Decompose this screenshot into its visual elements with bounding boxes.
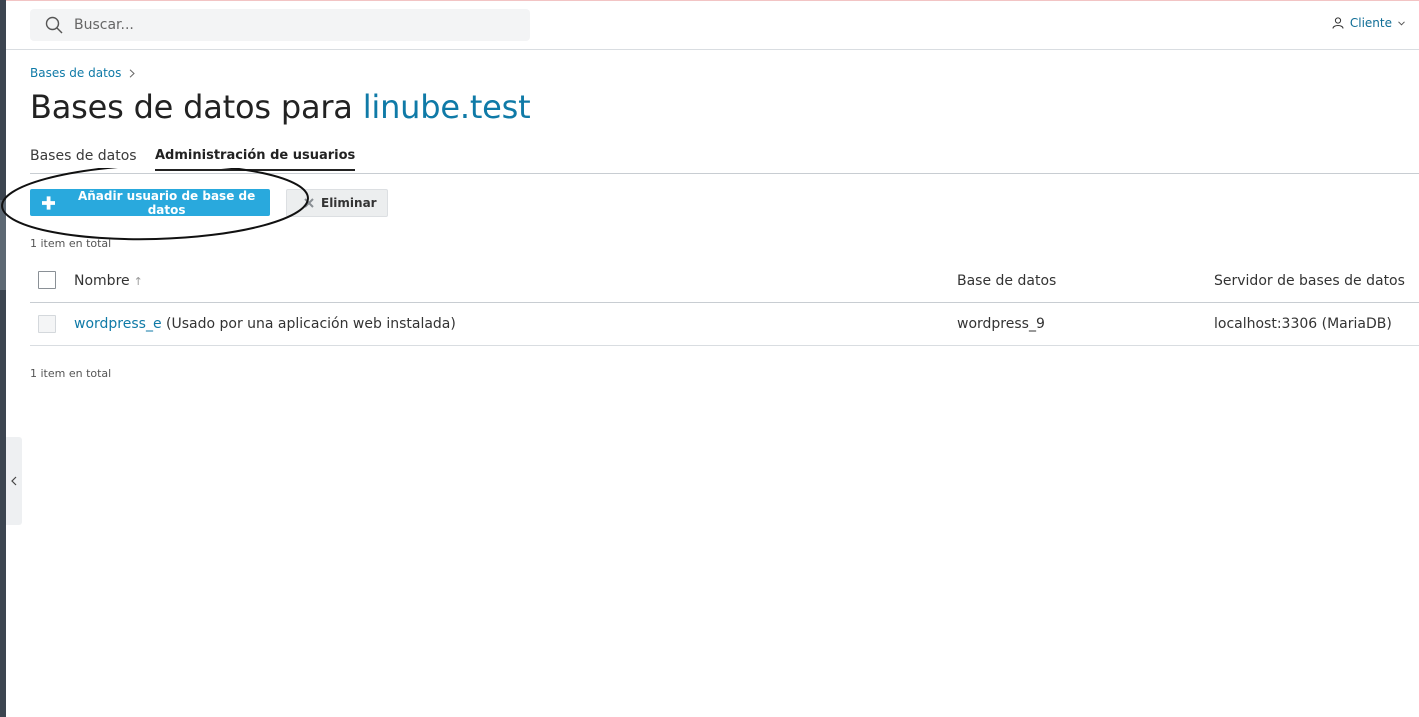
search-box[interactable] — [30, 9, 530, 41]
item-count-top: 1 item en total — [30, 237, 112, 250]
breadcrumb: Bases de datos — [30, 66, 136, 80]
chevron-left-icon — [11, 476, 17, 486]
column-header-name[interactable]: Nombre ↑ — [74, 273, 143, 289]
sidebar-rail-accent — [0, 200, 6, 290]
user-icon — [1332, 17, 1344, 29]
x-icon — [304, 198, 314, 208]
page-title: Bases de datos para linube.test — [30, 88, 531, 126]
chevron-down-icon — [1398, 20, 1405, 26]
breadcrumb-link-databases[interactable]: Bases de datos — [30, 66, 121, 80]
table-header: Nombre ↑ Base de datos Servidor de bases … — [30, 262, 1419, 303]
add-db-user-label: Añadir usuario de base de datos — [77, 188, 256, 217]
column-header-database[interactable]: Base de datos — [957, 273, 1056, 289]
search-input[interactable] — [72, 16, 516, 34]
table-row: wordpress_e (Usado por una aplicación we… — [30, 303, 1419, 346]
item-count-bottom: 1 item en total — [30, 367, 112, 380]
page-title-prefix: Bases de datos para — [30, 88, 363, 126]
users-table: Nombre ↑ Base de datos Servidor de bases … — [30, 262, 1419, 346]
top-header: Cliente — [6, 1, 1419, 50]
column-header-server[interactable]: Servidor de bases de datos — [1214, 273, 1405, 289]
client-menu[interactable]: Cliente — [1332, 16, 1405, 30]
tab-databases[interactable]: Bases de datos — [30, 148, 137, 164]
column-header-name-label: Nombre — [74, 273, 130, 289]
row-checkbox[interactable] — [38, 315, 56, 333]
left-sidebar-rail — [0, 0, 6, 717]
tab-bar: Bases de datos Administración de usuario… — [30, 148, 1419, 174]
plus-icon — [42, 195, 56, 210]
sort-ascending-icon: ↑ — [133, 275, 143, 288]
select-all-checkbox[interactable] — [38, 271, 56, 289]
user-name-link[interactable]: wordpress_e — [74, 316, 162, 332]
row-database-cell: wordpress_9 — [957, 316, 1045, 332]
page-title-domain[interactable]: linube.test — [363, 88, 531, 126]
client-menu-label: Cliente — [1349, 16, 1392, 30]
chevron-right-icon — [130, 68, 136, 78]
tab-user-administration[interactable]: Administración de usuarios — [155, 148, 356, 171]
row-server-cell: localhost:3306 (MariaDB) — [1214, 316, 1392, 332]
delete-button-label: Eliminar — [321, 196, 377, 210]
sidebar-collapse-handle[interactable] — [6, 437, 22, 525]
add-db-user-button[interactable]: Añadir usuario de base de datos — [30, 188, 270, 217]
delete-button[interactable]: Eliminar — [286, 189, 388, 217]
row-name-cell: wordpress_e (Usado por una aplicación we… — [74, 316, 456, 332]
search-icon — [45, 16, 63, 34]
user-name-note: (Usado por una aplicación web instalada) — [161, 316, 456, 332]
